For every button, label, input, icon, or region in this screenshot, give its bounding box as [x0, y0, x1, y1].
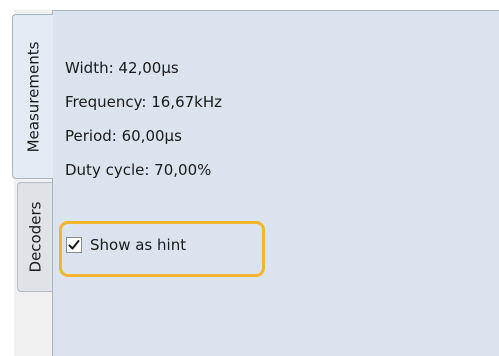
frequency-readout: Frequency: 16,67kHz: [65, 93, 223, 111]
duty-cycle-readout: Duty cycle: 70,00%: [65, 161, 212, 179]
show-as-hint-checkbox[interactable]: [66, 237, 82, 253]
measurement-window: Measurements Decoders Width: 42,00µs Fre…: [0, 0, 499, 356]
checkmark-icon: [68, 240, 80, 250]
tab-decoders[interactable]: Decoders: [17, 182, 53, 292]
show-as-hint-option[interactable]: Show as hint: [66, 236, 186, 254]
tab-measurements-label: Measurements: [24, 41, 43, 152]
tab-measurements[interactable]: Measurements: [12, 14, 53, 179]
tab-decoders-label: Decoders: [26, 201, 45, 273]
period-readout: Period: 60,00µs: [65, 127, 182, 145]
measurements-panel: Width: 42,00µs Frequency: 16,67kHz Perio…: [52, 10, 499, 356]
show-as-hint-label: Show as hint: [90, 236, 187, 254]
width-readout: Width: 42,00µs: [65, 59, 179, 77]
